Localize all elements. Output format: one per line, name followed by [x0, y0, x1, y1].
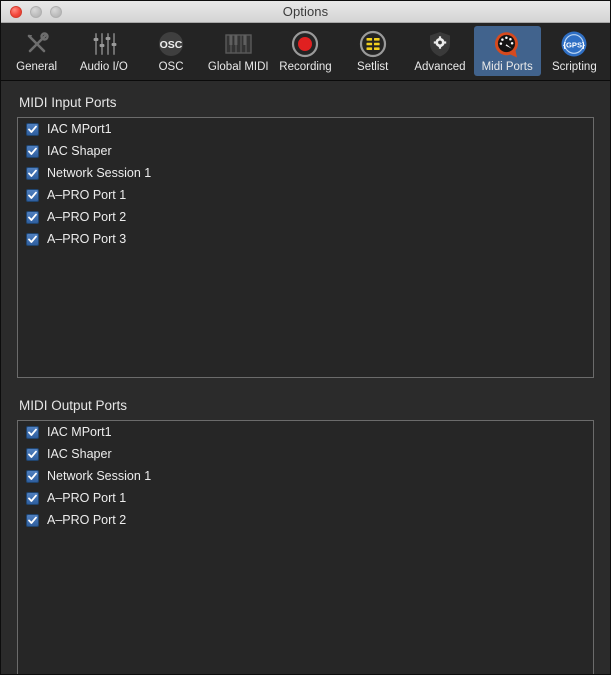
port-row[interactable]: A–PRO Port 2 — [18, 509, 593, 531]
window-titlebar: Options — [1, 1, 610, 23]
window-controls — [1, 5, 62, 18]
tab-global-midi-label: Global MIDI — [207, 61, 269, 73]
midi-gauge-icon — [492, 29, 522, 59]
tab-scripting-label: Scripting — [551, 61, 597, 73]
midi-ports-panel: MIDI Input Ports IAC MPort1 IAC Shaper N… — [1, 81, 610, 674]
tab-recording-label: Recording — [279, 61, 332, 73]
tab-audio-io-label: Audio I/O — [79, 61, 128, 73]
port-checkbox[interactable] — [26, 232, 39, 246]
port-label: Network Session 1 — [47, 166, 152, 180]
tab-setlist[interactable]: Setlist — [339, 26, 406, 76]
port-checkbox[interactable] — [26, 122, 39, 136]
tab-global-midi[interactable]: Global MIDI — [205, 26, 272, 76]
svg-text:{GPS}: {GPS} — [563, 40, 585, 49]
tab-midi-ports-label: Midi Ports — [481, 61, 533, 73]
port-row[interactable]: IAC Shaper — [18, 443, 593, 465]
tab-general-label: General — [16, 61, 58, 73]
shield-gear-icon — [425, 29, 455, 59]
tab-scripting[interactable]: {GPS} Scripting — [541, 26, 608, 76]
port-row[interactable]: A–PRO Port 1 — [18, 487, 593, 509]
midi-input-ports-list[interactable]: IAC MPort1 IAC Shaper Network Session 1 … — [17, 117, 594, 378]
port-label: A–PRO Port 2 — [47, 513, 127, 527]
port-row[interactable]: Network Session 1 — [18, 465, 593, 487]
port-checkbox[interactable] — [26, 144, 39, 158]
setlist-grid-icon — [358, 29, 388, 59]
port-row[interactable]: IAC Shaper — [18, 140, 593, 162]
port-label: IAC Shaper — [47, 447, 112, 461]
close-button[interactable] — [10, 5, 22, 18]
midi-output-ports-title: MIDI Output Ports — [19, 398, 128, 413]
port-row[interactable]: IAC MPort1 — [18, 118, 593, 140]
tab-general[interactable]: General — [3, 26, 70, 76]
tab-advanced[interactable]: Advanced — [406, 26, 473, 76]
port-checkbox[interactable] — [26, 166, 39, 180]
port-row[interactable]: Network Session 1 — [18, 162, 593, 184]
tab-audio-io[interactable]: Audio I/O — [70, 26, 137, 76]
record-circle-icon — [290, 29, 320, 59]
sliders-icon — [89, 29, 119, 59]
maximize-button[interactable] — [50, 5, 62, 18]
port-checkbox[interactable] — [26, 491, 39, 505]
port-label: IAC MPort1 — [47, 122, 112, 136]
port-row[interactable]: A–PRO Port 2 — [18, 206, 593, 228]
port-label: A–PRO Port 1 — [47, 188, 127, 202]
port-checkbox[interactable] — [26, 513, 39, 527]
port-label: A–PRO Port 1 — [47, 491, 127, 505]
port-checkbox[interactable] — [26, 210, 39, 224]
port-label: IAC MPort1 — [47, 425, 112, 439]
wrench-screwdriver-icon — [22, 29, 52, 59]
options-window: Options General Audio I/O OSC OSC Global… — [0, 0, 611, 675]
tab-osc[interactable]: OSC OSC — [137, 26, 204, 76]
window-title: Options — [282, 4, 329, 19]
midi-input-ports-title: MIDI Input Ports — [19, 95, 117, 110]
port-label: A–PRO Port 2 — [47, 210, 127, 224]
gps-circle-icon: {GPS} — [559, 29, 589, 59]
port-row[interactable]: A–PRO Port 1 — [18, 184, 593, 206]
port-checkbox[interactable] — [26, 447, 39, 461]
port-label: Network Session 1 — [47, 469, 152, 483]
port-checkbox[interactable] — [26, 188, 39, 202]
options-toolbar: General Audio I/O OSC OSC Global MIDI Re… — [1, 23, 610, 81]
port-row[interactable]: IAC MPort1 — [18, 421, 593, 443]
tab-midi-ports[interactable]: Midi Ports — [473, 26, 541, 76]
tab-setlist-label: Setlist — [357, 61, 389, 73]
osc-circle-icon: OSC — [156, 29, 186, 59]
tab-osc-label: OSC — [158, 61, 184, 73]
tab-advanced-label: Advanced — [414, 61, 466, 73]
midi-output-ports-list[interactable]: IAC MPort1 IAC Shaper Network Session 1 … — [17, 420, 594, 674]
minimize-button[interactable] — [30, 5, 42, 18]
port-row[interactable]: A–PRO Port 3 — [18, 228, 593, 250]
port-checkbox[interactable] — [26, 469, 39, 483]
piano-keyboard-icon — [223, 29, 253, 59]
svg-text:OSC: OSC — [160, 39, 183, 51]
port-label: IAC Shaper — [47, 144, 112, 158]
port-label: A–PRO Port 3 — [47, 232, 127, 246]
tab-recording[interactable]: Recording — [272, 26, 339, 76]
port-checkbox[interactable] — [26, 425, 39, 439]
